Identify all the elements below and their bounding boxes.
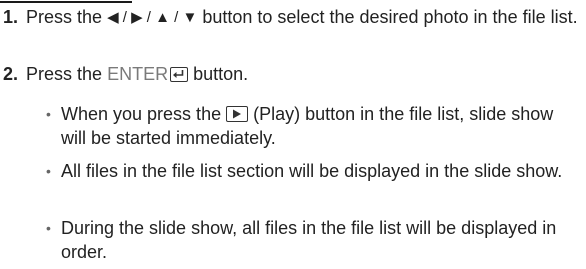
- step-text-before: Press the: [26, 7, 103, 27]
- arrow-buttons-icon: ◀ / ▶ / ▲ / ▼: [107, 9, 198, 26]
- step-number: 2.: [3, 64, 19, 84]
- bullet-text: All files in the file list section will …: [61, 161, 563, 181]
- bullet-text-before: When you press the: [61, 104, 222, 124]
- bullet-dot: •: [46, 220, 51, 236]
- bullet-text: During the slide show, all files in the …: [61, 218, 557, 262]
- step-text-after: button.: [193, 64, 249, 84]
- step-number: 1.: [3, 7, 19, 27]
- enter-key-icon: [170, 67, 189, 82]
- bullet-dot: •: [46, 163, 51, 179]
- play-button-icon: [226, 106, 249, 122]
- step-text-after: button to select the desired photo in th…: [202, 7, 578, 27]
- step-text: Press the ◀ / ▶ / ▲ / ▼ button to select…: [26, 5, 582, 30]
- top-divider: [0, 1, 132, 3]
- enter-button-label: ENTER: [107, 64, 169, 84]
- bullet-text: When you press the (Play) button in the …: [61, 102, 580, 150]
- step-text-before: Press the: [26, 64, 103, 84]
- bullet-dot: •: [46, 106, 51, 122]
- step-text: Press the ENTER button.: [26, 62, 582, 87]
